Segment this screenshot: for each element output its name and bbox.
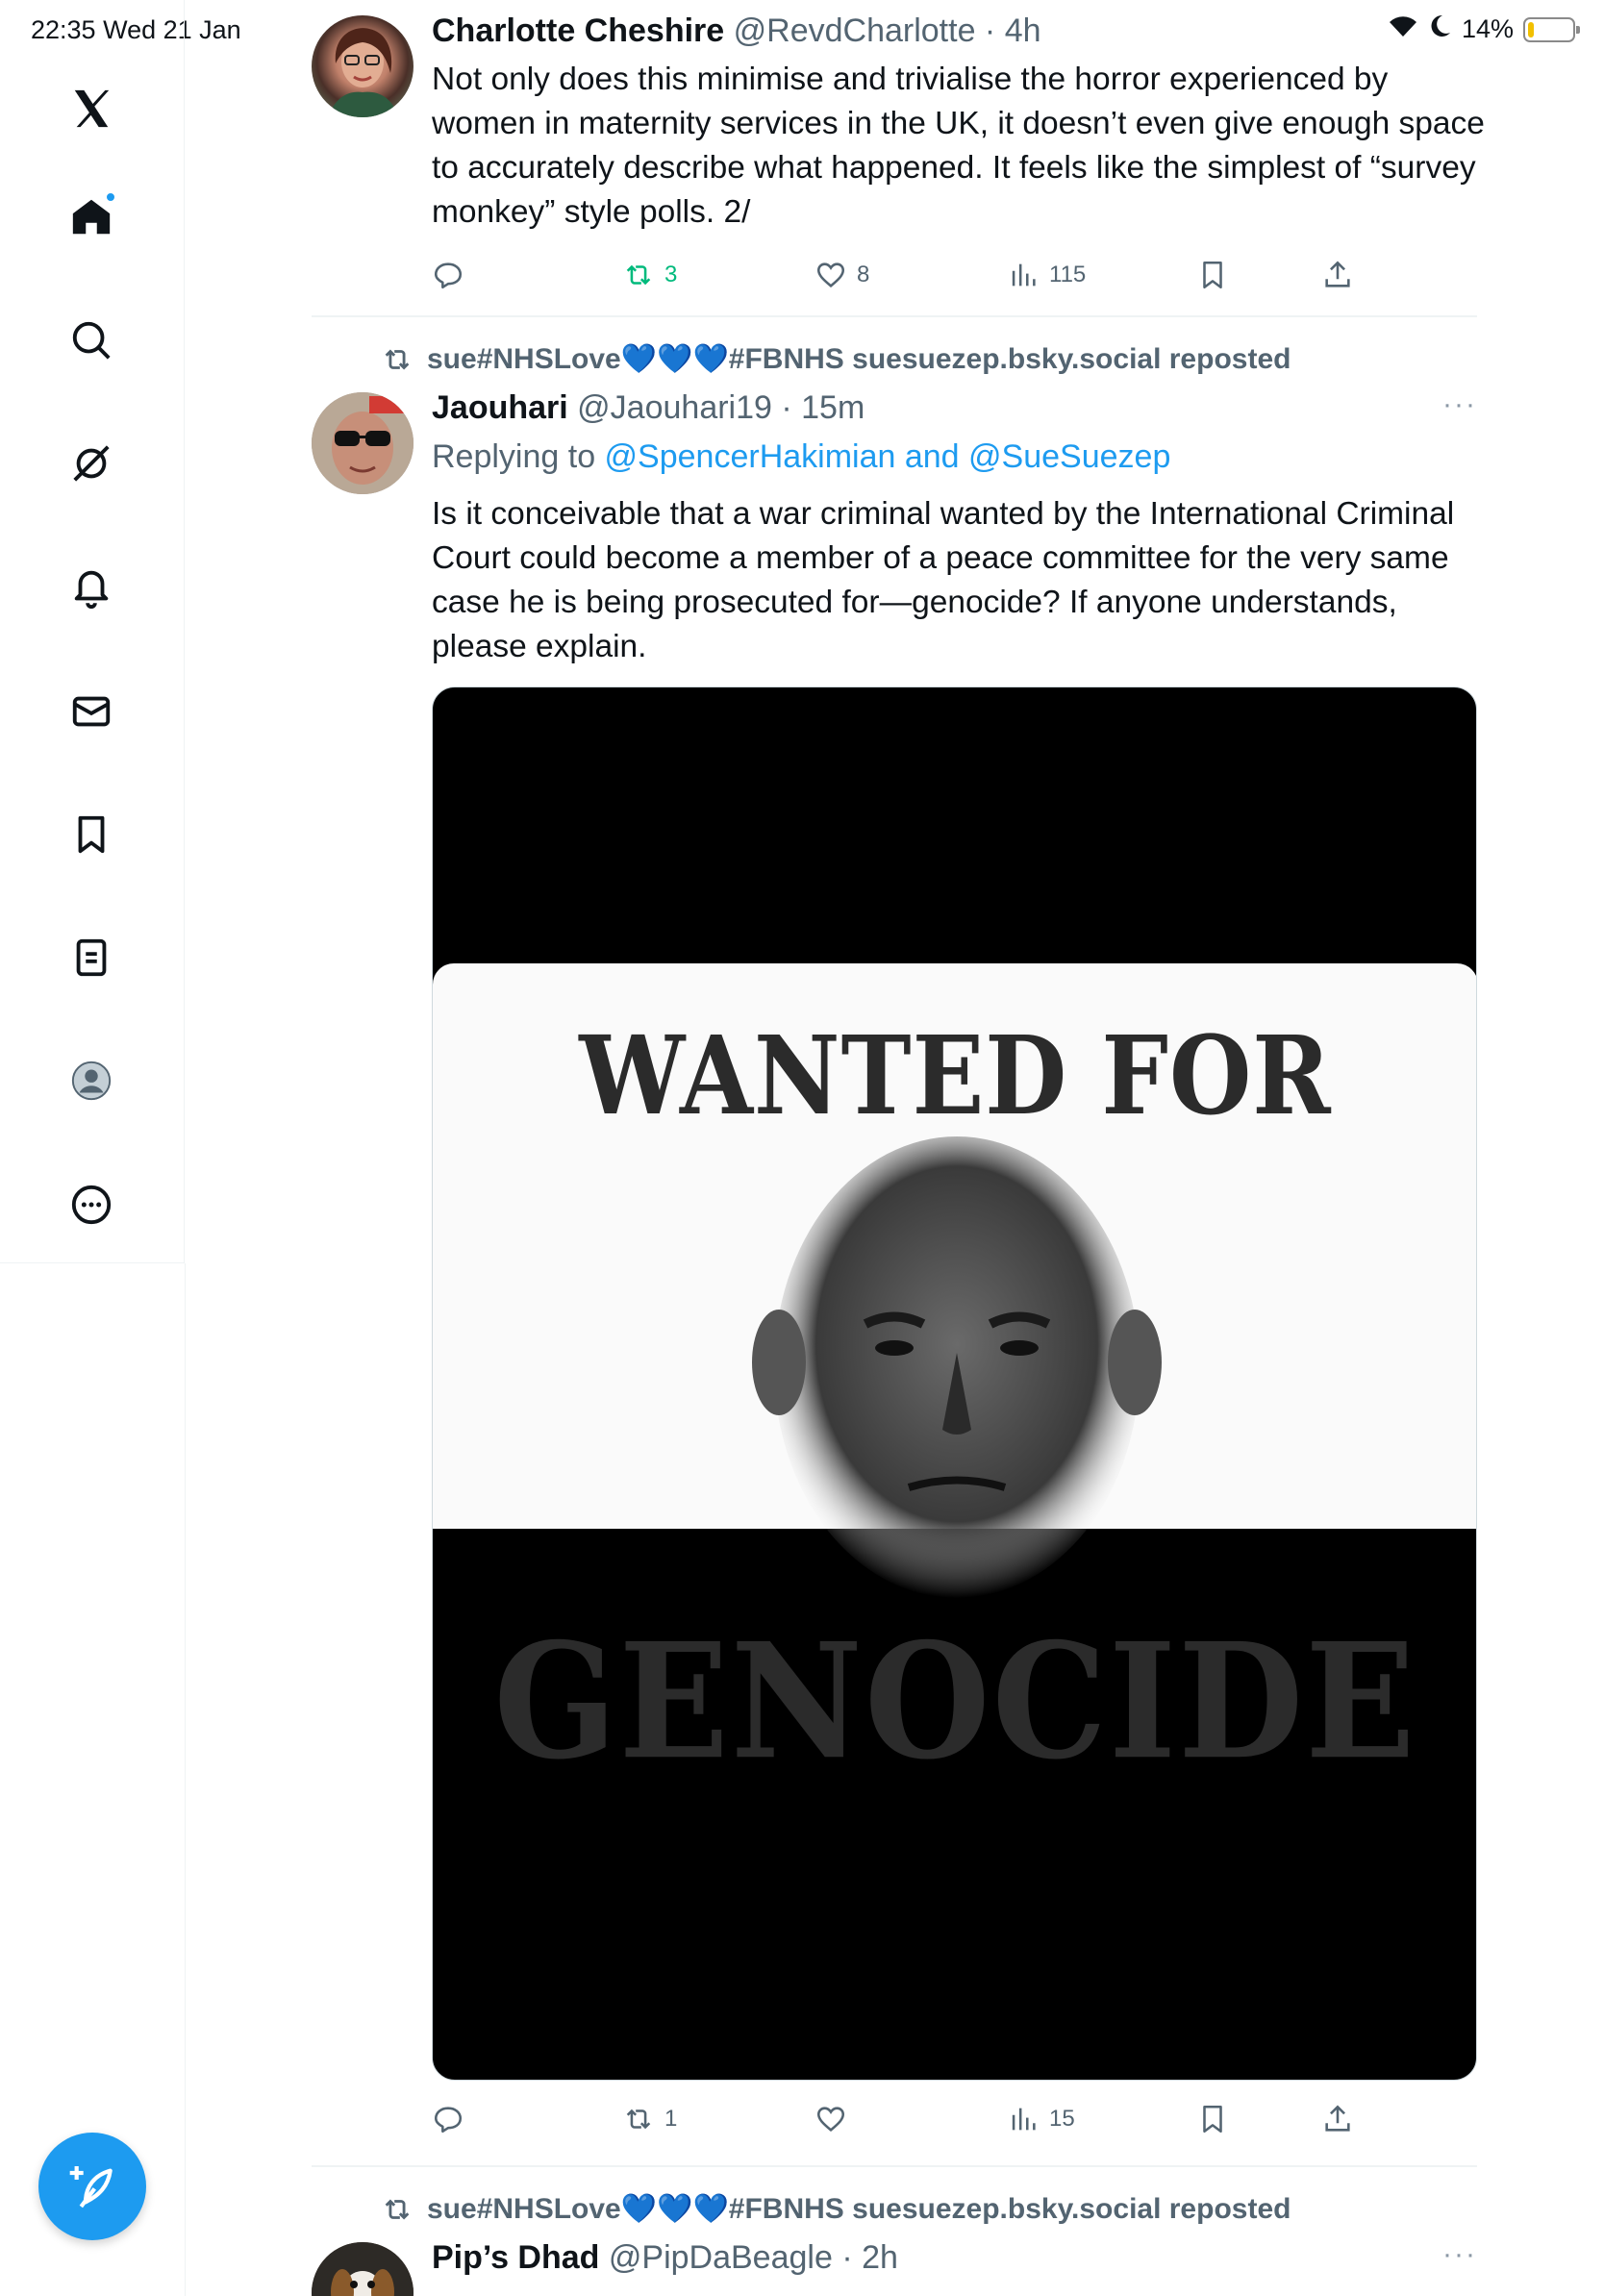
- share-icon: [1325, 2105, 1350, 2132]
- view-count: 15: [1049, 2106, 1075, 2132]
- repost-icon: [626, 264, 651, 286]
- tweet-actions: 3 8 115: [432, 256, 1477, 294]
- bookmark-button[interactable]: [1196, 2103, 1229, 2135]
- tweet-text: Not only does this minimise and triviali…: [432, 62, 1485, 230]
- handle-time[interactable]: @RevdCharlotte · 4h: [734, 12, 1041, 49]
- poster-top-text: WANTED FOR: [579, 1012, 1332, 1140]
- share-button[interactable]: [1321, 2103, 1354, 2135]
- handle-time[interactable]: @Jaouhari19 · 15m: [577, 389, 865, 426]
- like-button[interactable]: [815, 2103, 857, 2135]
- bell-icon[interactable]: [63, 560, 119, 615]
- mail-icon[interactable]: [63, 684, 119, 739]
- tweet-actions-wrapper: 1 15: [312, 2100, 1477, 2138]
- lists-icon[interactable]: [63, 930, 119, 986]
- views-button[interactable]: 115: [1007, 259, 1086, 291]
- wanted-poster: WANTED FOR GENOCIDE: [433, 963, 1476, 1795]
- tweet-text: Is it conceivable that a war criminal wa…: [432, 496, 1455, 664]
- repost-button[interactable]: 3: [622, 259, 677, 291]
- grok-icon[interactable]: [63, 436, 119, 491]
- tweet-divider: [312, 2165, 1477, 2167]
- replying-to-prefix: Replying to: [432, 438, 605, 475]
- sidebar: [0, 0, 185, 1263]
- tweet-media-image[interactable]: WANTED FOR GENOCIDE: [432, 686, 1477, 2081]
- views-icon: [1012, 263, 1036, 287]
- repost-icon: [385, 348, 410, 370]
- compose-button[interactable]: [38, 2133, 146, 2240]
- reply-icon: [434, 2107, 463, 2134]
- tweet[interactable]: Charlotte Cheshire @RevdCharlotte · 4h N…: [312, 12, 1485, 294]
- repost-count: 3: [664, 262, 678, 287]
- reply-icon: [434, 262, 463, 289]
- reply-button[interactable]: [432, 259, 474, 291]
- handle-time[interactable]: @PipDaBeagle · 2h: [609, 2239, 898, 2276]
- display-name[interactable]: Pip’s Dhad: [432, 2239, 599, 2276]
- notification-dot: [105, 191, 116, 203]
- battery-level: [1528, 21, 1535, 37]
- display-name[interactable]: Jaouhari: [432, 389, 568, 426]
- search-icon[interactable]: [63, 312, 119, 368]
- display-name[interactable]: Charlotte Cheshire: [432, 12, 724, 49]
- bookmark-icon[interactable]: [63, 807, 119, 862]
- bookmark-icon: [1203, 2105, 1222, 2134]
- repost-icon: [626, 2109, 651, 2130]
- tweet[interactable]: Pip’s Dhad @PipDaBeagle · 2h ···: [312, 2238, 1477, 2277]
- repost-label: sue#NHSLove💙💙💙#FBNHS suesuezep.bsky.soci…: [427, 2193, 1291, 2225]
- heart-icon: [816, 2107, 845, 2132]
- poster-bottom-text: GENOCIDE: [493, 1609, 1417, 1795]
- more-options-button[interactable]: ···: [1442, 388, 1477, 421]
- like-count: 8: [857, 262, 870, 287]
- reply-button[interactable]: [432, 2103, 474, 2135]
- view-count: 115: [1049, 262, 1087, 287]
- tweet-header: Jaouhari @Jaouhari19 · 15m: [312, 388, 1477, 427]
- sidebar-divider: [185, 1263, 186, 2296]
- home-icon[interactable]: [63, 189, 119, 245]
- repost-count: 1: [664, 2106, 678, 2132]
- repost-button[interactable]: 1: [622, 2103, 677, 2135]
- more-circle-icon[interactable]: [63, 1177, 119, 1233]
- compose-feather-icon: [69, 2166, 113, 2209]
- repost-label-row[interactable]: sue#NHSLove💙💙💙#FBNHS suesuezep.bsky.soci…: [312, 342, 1477, 376]
- profile-icon[interactable]: [63, 1053, 119, 1109]
- battery-icon: [1523, 16, 1580, 42]
- x-logo-icon[interactable]: [63, 81, 119, 137]
- repost-label: sue#NHSLove💙💙💙#FBNHS suesuezep.bsky.soci…: [427, 343, 1291, 375]
- repost-context: sue#NHSLove💙💙💙#FBNHS suesuezep.bsky.soci…: [312, 342, 1477, 376]
- views-button[interactable]: 15: [1007, 2103, 1075, 2135]
- tweet-divider: [312, 315, 1477, 317]
- replying-to-links[interactable]: @SpencerHakimian and @SueSuezep: [605, 438, 1171, 475]
- replying-to: Replying to @SpencerHakimian and @SueSue…: [312, 437, 1477, 477]
- like-button[interactable]: 8: [815, 259, 869, 291]
- share-button[interactable]: [1321, 259, 1354, 291]
- heart-icon: [816, 262, 845, 287]
- tweet[interactable]: Jaouhari @Jaouhari19 · 15m ··· Replying …: [312, 388, 1477, 669]
- tweet-actions: 1 15: [432, 2100, 1477, 2138]
- repost-icon: [385, 2198, 410, 2220]
- views-icon: [1012, 2108, 1036, 2131]
- bookmark-button[interactable]: [1196, 259, 1229, 291]
- portrait-illustration: [752, 1136, 1162, 1598]
- share-icon: [1325, 261, 1350, 287]
- repost-label-row[interactable]: sue#NHSLove💙💙💙#FBNHS suesuezep.bsky.soci…: [312, 2192, 1477, 2226]
- more-options-button[interactable]: ···: [1442, 2238, 1477, 2271]
- tweet-header: Pip’s Dhad @PipDaBeagle · 2h: [312, 2238, 1477, 2277]
- bookmark-icon: [1203, 261, 1222, 289]
- tweet-header: Charlotte Cheshire @RevdCharlotte · 4h: [312, 12, 1477, 50]
- repost-context: sue#NHSLove💙💙💙#FBNHS suesuezep.bsky.soci…: [312, 2192, 1477, 2226]
